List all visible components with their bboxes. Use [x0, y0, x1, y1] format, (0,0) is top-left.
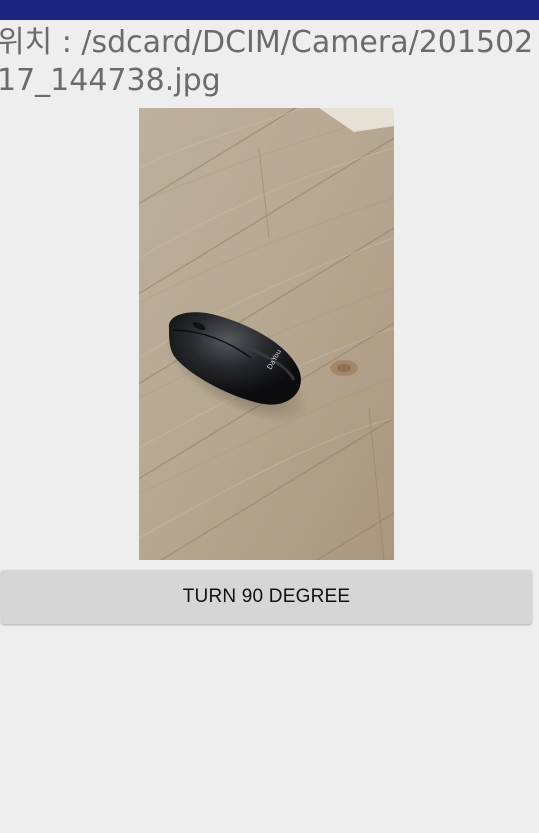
app-screen: 위치 : /sdcard/DCIM/Camera/20150217_144738… — [0, 0, 539, 833]
turn-90-degree-button[interactable]: TURN 90 DEGREE — [1, 570, 532, 624]
status-bar — [0, 0, 539, 20]
photo-image: DaYou — [139, 108, 394, 560]
file-location-text: 위치 : /sdcard/DCIM/Camera/20150217_144738… — [0, 25, 534, 98]
